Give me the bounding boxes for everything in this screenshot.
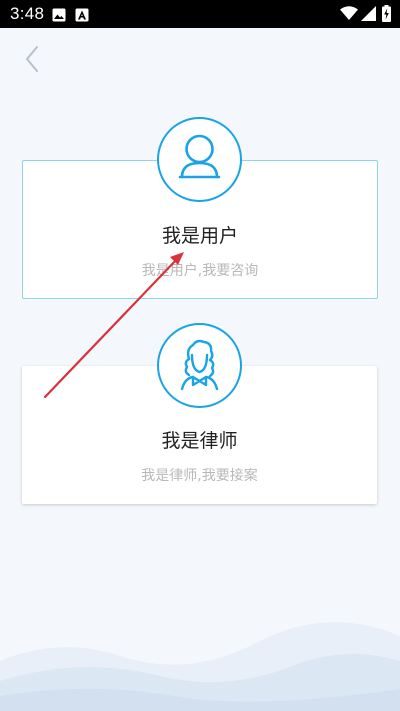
user-avatar-icon — [157, 117, 242, 202]
a-notification-icon — [75, 7, 89, 26]
image-icon — [52, 7, 66, 26]
user-card-title: 我是用户 — [161, 225, 238, 247]
chevron-left-icon — [26, 46, 38, 72]
battery-charging-icon — [382, 5, 391, 26]
wave-background — [0, 622, 400, 711]
back-button[interactable] — [18, 42, 46, 76]
lawyer-card-subtitle: 我是律师,我要接案 — [141, 468, 258, 484]
lawyer-avatar-icon — [157, 323, 242, 408]
status-bar: 3:48 — [0, 0, 400, 28]
signal-icon — [361, 6, 376, 25]
lawyer-card-title: 我是律师 — [161, 430, 238, 452]
wifi-icon — [340, 6, 358, 25]
status-time: 3:48 — [10, 4, 45, 23]
user-card-subtitle: 我是用户,我要咨询 — [141, 263, 259, 279]
